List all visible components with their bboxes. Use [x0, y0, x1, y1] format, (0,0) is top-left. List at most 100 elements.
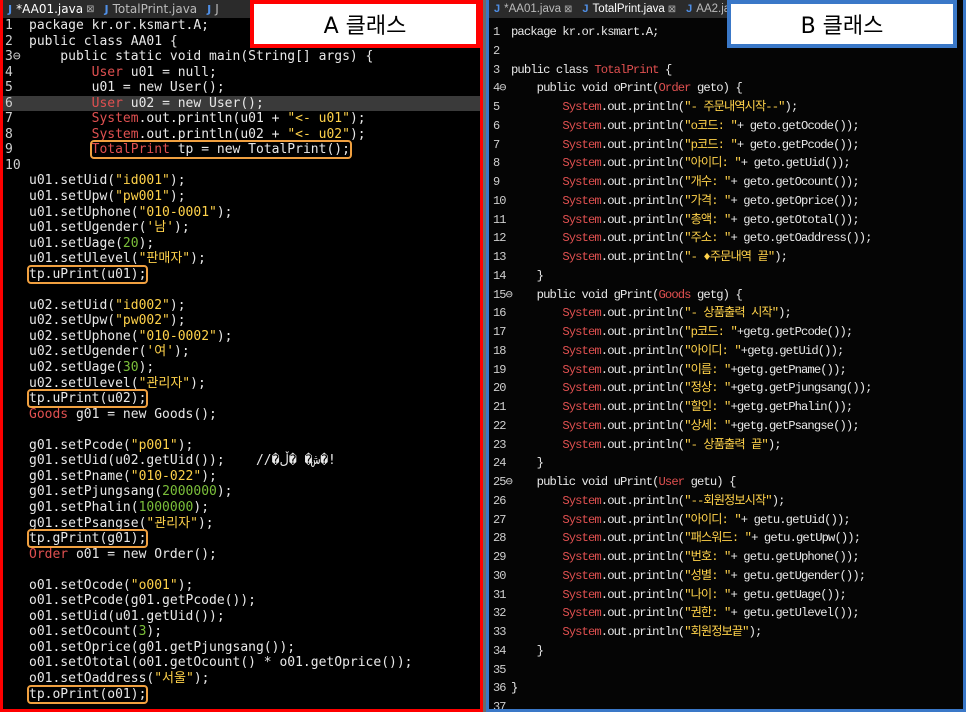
- code-text: System.out.println("상세: "+getg.getPsangs…: [562, 418, 859, 433]
- line-number: 35: [493, 662, 507, 677]
- close-tab-icon[interactable]: ⊠: [668, 4, 676, 15]
- line-number: 3: [493, 62, 500, 77]
- close-tab-icon[interactable]: ⊠: [86, 4, 94, 15]
- code-text: System.out.println("o코드: "+ geto.getOcod…: [562, 118, 859, 133]
- line-number: 7: [5, 111, 13, 127]
- code-text: Order o01 = new Order();: [29, 546, 217, 562]
- code-line: 23 System.out.println("- 상품출력 끝");: [489, 436, 963, 455]
- code-text: System.out.println("p코드: "+getg.getPcode…: [562, 325, 853, 339]
- code-text: u01.setUgender('남');: [29, 220, 190, 236]
- code-line: u01.setUid("id001");: [3, 173, 480, 189]
- code-line: 8 System.out.println("아이디: "+ geto.getUi…: [489, 154, 963, 173]
- code-text: u02.setUgender('여');: [29, 344, 190, 360]
- line-number: 17: [493, 325, 507, 339]
- code-line: 28 System.out.println("패스워드: "+ getu.get…: [489, 529, 963, 548]
- editor-tab[interactable]: J TotalPrint.java ⊠: [577, 0, 681, 18]
- line-number: 18: [493, 343, 507, 358]
- code-text: System.out.println(u01 + "<- u01");: [91, 111, 366, 127]
- code-editor-aa01[interactable]: 1 package kr.or.ksmart.A; 2 public class AA…: [3, 18, 480, 704]
- code-line: 6 User u02 = new User();: [3, 95, 480, 112]
- line-number: 9: [5, 142, 13, 158]
- java-file-icon: J: [8, 2, 13, 16]
- code-line: Order o01 = new Order();: [3, 547, 480, 563]
- code-line: 30 System.out.println("성별: "+ getu.getUg…: [489, 567, 963, 586]
- line-number: 36: [493, 681, 507, 696]
- code-text: u01.setUpw("pw001");: [29, 189, 186, 205]
- close-tab-icon[interactable]: ⊠: [564, 4, 572, 15]
- code-text: User u01 = null;: [91, 64, 217, 80]
- code-text: public static void main(String[] args) {: [29, 49, 374, 65]
- code-text: User u02 = new User();: [91, 95, 264, 111]
- code-text: System.out.println("번호: "+ getu.getUphon…: [562, 550, 859, 564]
- line-number: 1: [5, 18, 13, 33]
- code-line: u02.setUgender('여');: [3, 344, 480, 360]
- code-line: 24 }: [489, 454, 963, 473]
- editor-tab[interactable]: J *AA01.java ⊠: [3, 0, 99, 18]
- line-number: 8: [493, 156, 500, 171]
- code-text: }: [511, 456, 544, 471]
- code-line: o01.setOcount(3);: [3, 624, 480, 640]
- code-text: public void gPrint(Goods getg) {: [511, 287, 743, 302]
- code-line: 9 System.out.println("개수: "+ geto.getOco…: [489, 173, 963, 192]
- line-number: 5: [493, 100, 500, 114]
- code-text: o01.setOtotal(o01.getOcount() * o01.getO…: [29, 655, 413, 671]
- line-number: 6: [5, 95, 13, 111]
- code-text: u01.setUlevel("판매자");: [29, 251, 206, 267]
- java-file-icon: J: [104, 2, 109, 16]
- code-line: 21 System.out.println("할인: "+getg.getPha…: [489, 398, 963, 417]
- code-line: 37: [489, 698, 963, 709]
- code-text: o01.setOprice(g01.getPjungsang());: [29, 639, 296, 655]
- java-file-icon: J: [686, 3, 693, 15]
- code-line: 34 }: [489, 642, 963, 661]
- code-text: u01.setUage(20);: [29, 235, 155, 251]
- code-line: u01.setUgender('남');: [3, 220, 480, 236]
- editor-pane-aa01[interactable]: J *AA01.java ⊠ J TotalPrint.java J J 1 package …: [0, 0, 483, 712]
- code-text: System.out.println("총액: "+ geto.getOtota…: [562, 212, 859, 227]
- code-text: public class AA01 {: [29, 33, 178, 49]
- line-number: 8: [5, 126, 13, 142]
- code-line: g01.setUid(u02.getUid()); //�ش� �ڵ�!: [3, 453, 480, 469]
- code-line: tp.uPrint(u01);: [3, 264, 480, 284]
- line-number: 9: [493, 175, 500, 189]
- class-a-title: A 클래스: [250, 0, 480, 48]
- code-line: 33 System.out.println("회원정보끝");: [489, 623, 963, 642]
- code-text: System.out.println("p코드: "+ geto.getPcod…: [562, 137, 859, 152]
- code-line: 35: [489, 661, 963, 680]
- code-line: 10 System.out.println("가격: "+ geto.getOp…: [489, 192, 963, 211]
- editor-tab[interactable]: J *AA01.java ⊠: [489, 0, 577, 18]
- editor-pane-totalprint[interactable]: J *AA01.java ⊠ J TotalPrint.java ⊠ J AA2.java 1…: [486, 0, 966, 712]
- code-text: System.out.println("나이: "+ getu.getUage(…: [562, 587, 847, 602]
- line-number: 16: [493, 306, 507, 321]
- line-number: 14: [493, 268, 507, 283]
- code-line: 17 System.out.println("p코드: "+getg.getPc…: [489, 323, 963, 342]
- code-editor-totalprint[interactable]: 1 package kr.or.ksmart.A; 2 3 public class T…: [489, 23, 963, 709]
- code-line: 4⊖ public void oPrint(Order geto) {: [489, 79, 963, 98]
- code-line: g01.setPjungsang(2000000);: [3, 484, 480, 500]
- line-number: 21: [493, 400, 507, 414]
- line-number: 33: [493, 625, 507, 639]
- code-line: g01.setPhalin(1000000);: [3, 500, 480, 516]
- line-number: 2: [493, 43, 500, 58]
- editor-tab[interactable]: JJ: [202, 0, 224, 18]
- code-line: o01.setOcode("o001");: [3, 578, 480, 594]
- code-line: 11 System.out.println("총액: "+ geto.getOt…: [489, 211, 963, 230]
- code-text: g01.setPname("010-022");: [29, 468, 217, 484]
- code-line: tp.oPrint(o01);: [3, 684, 480, 704]
- code-text: System.out.println("가격: "+ geto.getOpric…: [562, 193, 859, 208]
- line-number: 11: [493, 212, 507, 227]
- code-line: u02.setUphone("010-0002");: [3, 329, 480, 345]
- code-text: package kr.or.ksmart.A;: [29, 18, 210, 33]
- class-b-title: B 클래스: [727, 0, 957, 48]
- code-text: }: [511, 643, 544, 658]
- code-line: u02.setUpw("pw002");: [3, 313, 480, 329]
- code-line: tp.uPrint(u02);: [3, 389, 480, 409]
- code-text: System.out.println("- ♦주문내역 끝");: [562, 250, 788, 264]
- code-text: u02.setUage(30);: [29, 360, 155, 376]
- line-number: 10: [5, 157, 21, 173]
- tab-label: TotalPrint.java: [112, 2, 198, 16]
- editor-tab[interactable]: J TotalPrint.java: [99, 0, 202, 18]
- code-text: package kr.or.ksmart.A;: [511, 25, 659, 39]
- code-line: g01.setPname("010-022");: [3, 469, 480, 485]
- code-line: 9 TotalPrint tp = new TotalPrint();: [3, 140, 480, 160]
